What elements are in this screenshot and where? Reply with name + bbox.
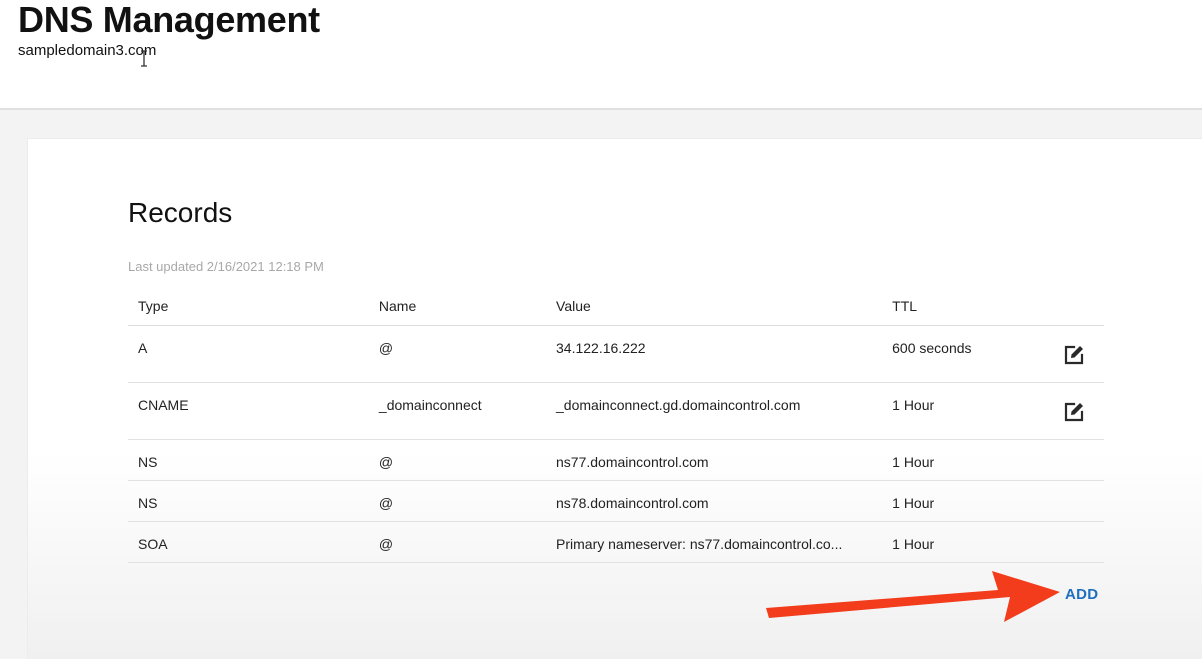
column-header-type: Type bbox=[128, 287, 369, 326]
edit-record-button[interactable] bbox=[1061, 342, 1087, 368]
table-header-row: Type Name Value TTL bbox=[128, 287, 1104, 326]
record-actions bbox=[1051, 382, 1104, 440]
record-ttl: 1 Hour bbox=[882, 521, 1052, 563]
add-record-button[interactable]: ADD bbox=[1065, 586, 1098, 603]
table-row: A @ 34.122.16.222 600 seconds bbox=[128, 325, 1104, 383]
record-type: CNAME bbox=[128, 382, 369, 440]
record-name: @ bbox=[368, 439, 547, 481]
record-type: SOA bbox=[128, 521, 369, 563]
record-actions bbox=[1051, 480, 1104, 522]
record-ttl: 1 Hour bbox=[882, 480, 1052, 522]
edit-icon bbox=[1064, 402, 1084, 422]
column-header-ttl: TTL bbox=[882, 287, 1052, 326]
record-name: _domainconnect bbox=[368, 382, 547, 440]
record-name: @ bbox=[368, 521, 547, 563]
records-table: Type Name Value TTL A @ 34.122.16.222 60… bbox=[128, 287, 1104, 563]
table-row: SOA @ Primary nameserver: ns77.domaincon… bbox=[128, 521, 1104, 563]
page-title: DNS Management bbox=[18, 0, 320, 40]
table-row: CNAME _domainconnect _domainconnect.gd.d… bbox=[128, 382, 1104, 440]
record-ttl: 1 Hour bbox=[882, 439, 1052, 481]
record-value: _domainconnect.gd.domaincontrol.com bbox=[546, 382, 883, 440]
record-type: NS bbox=[128, 480, 369, 522]
column-header-name: Name bbox=[368, 287, 547, 326]
edit-record-button[interactable] bbox=[1061, 399, 1087, 425]
record-value: ns78.domaincontrol.com bbox=[546, 480, 883, 522]
record-actions bbox=[1051, 521, 1104, 563]
edit-icon bbox=[1064, 345, 1084, 365]
domain-name: sampledomain3.com bbox=[18, 42, 157, 59]
record-value: Primary nameserver: ns77.domaincontrol.c… bbox=[546, 521, 883, 563]
records-title: Records bbox=[128, 197, 233, 228]
last-updated-text: Last updated 2/16/2021 12:18 PM bbox=[128, 259, 324, 274]
table-row: NS @ ns77.domaincontrol.com 1 Hour bbox=[128, 439, 1104, 481]
records-card: Records Last updated 2/16/2021 12:18 PM … bbox=[27, 138, 1202, 659]
record-name: @ bbox=[368, 480, 547, 522]
column-header-value: Value bbox=[546, 287, 883, 326]
record-ttl: 1 Hour bbox=[882, 382, 1052, 440]
record-name: @ bbox=[368, 325, 547, 383]
record-type: NS bbox=[128, 439, 369, 481]
record-ttl: 600 seconds bbox=[882, 325, 1052, 383]
record-value: ns77.domaincontrol.com bbox=[546, 439, 883, 481]
record-actions bbox=[1051, 325, 1104, 383]
record-actions bbox=[1051, 439, 1104, 481]
table-row: NS @ ns78.domaincontrol.com 1 Hour bbox=[128, 480, 1104, 522]
record-type: A bbox=[128, 325, 369, 383]
page-header: DNS Management sampledomain3.com bbox=[0, 0, 1202, 110]
i-beam-cursor-icon bbox=[141, 50, 147, 67]
column-header-actions bbox=[1051, 287, 1104, 326]
record-value: 34.122.16.222 bbox=[546, 325, 883, 383]
